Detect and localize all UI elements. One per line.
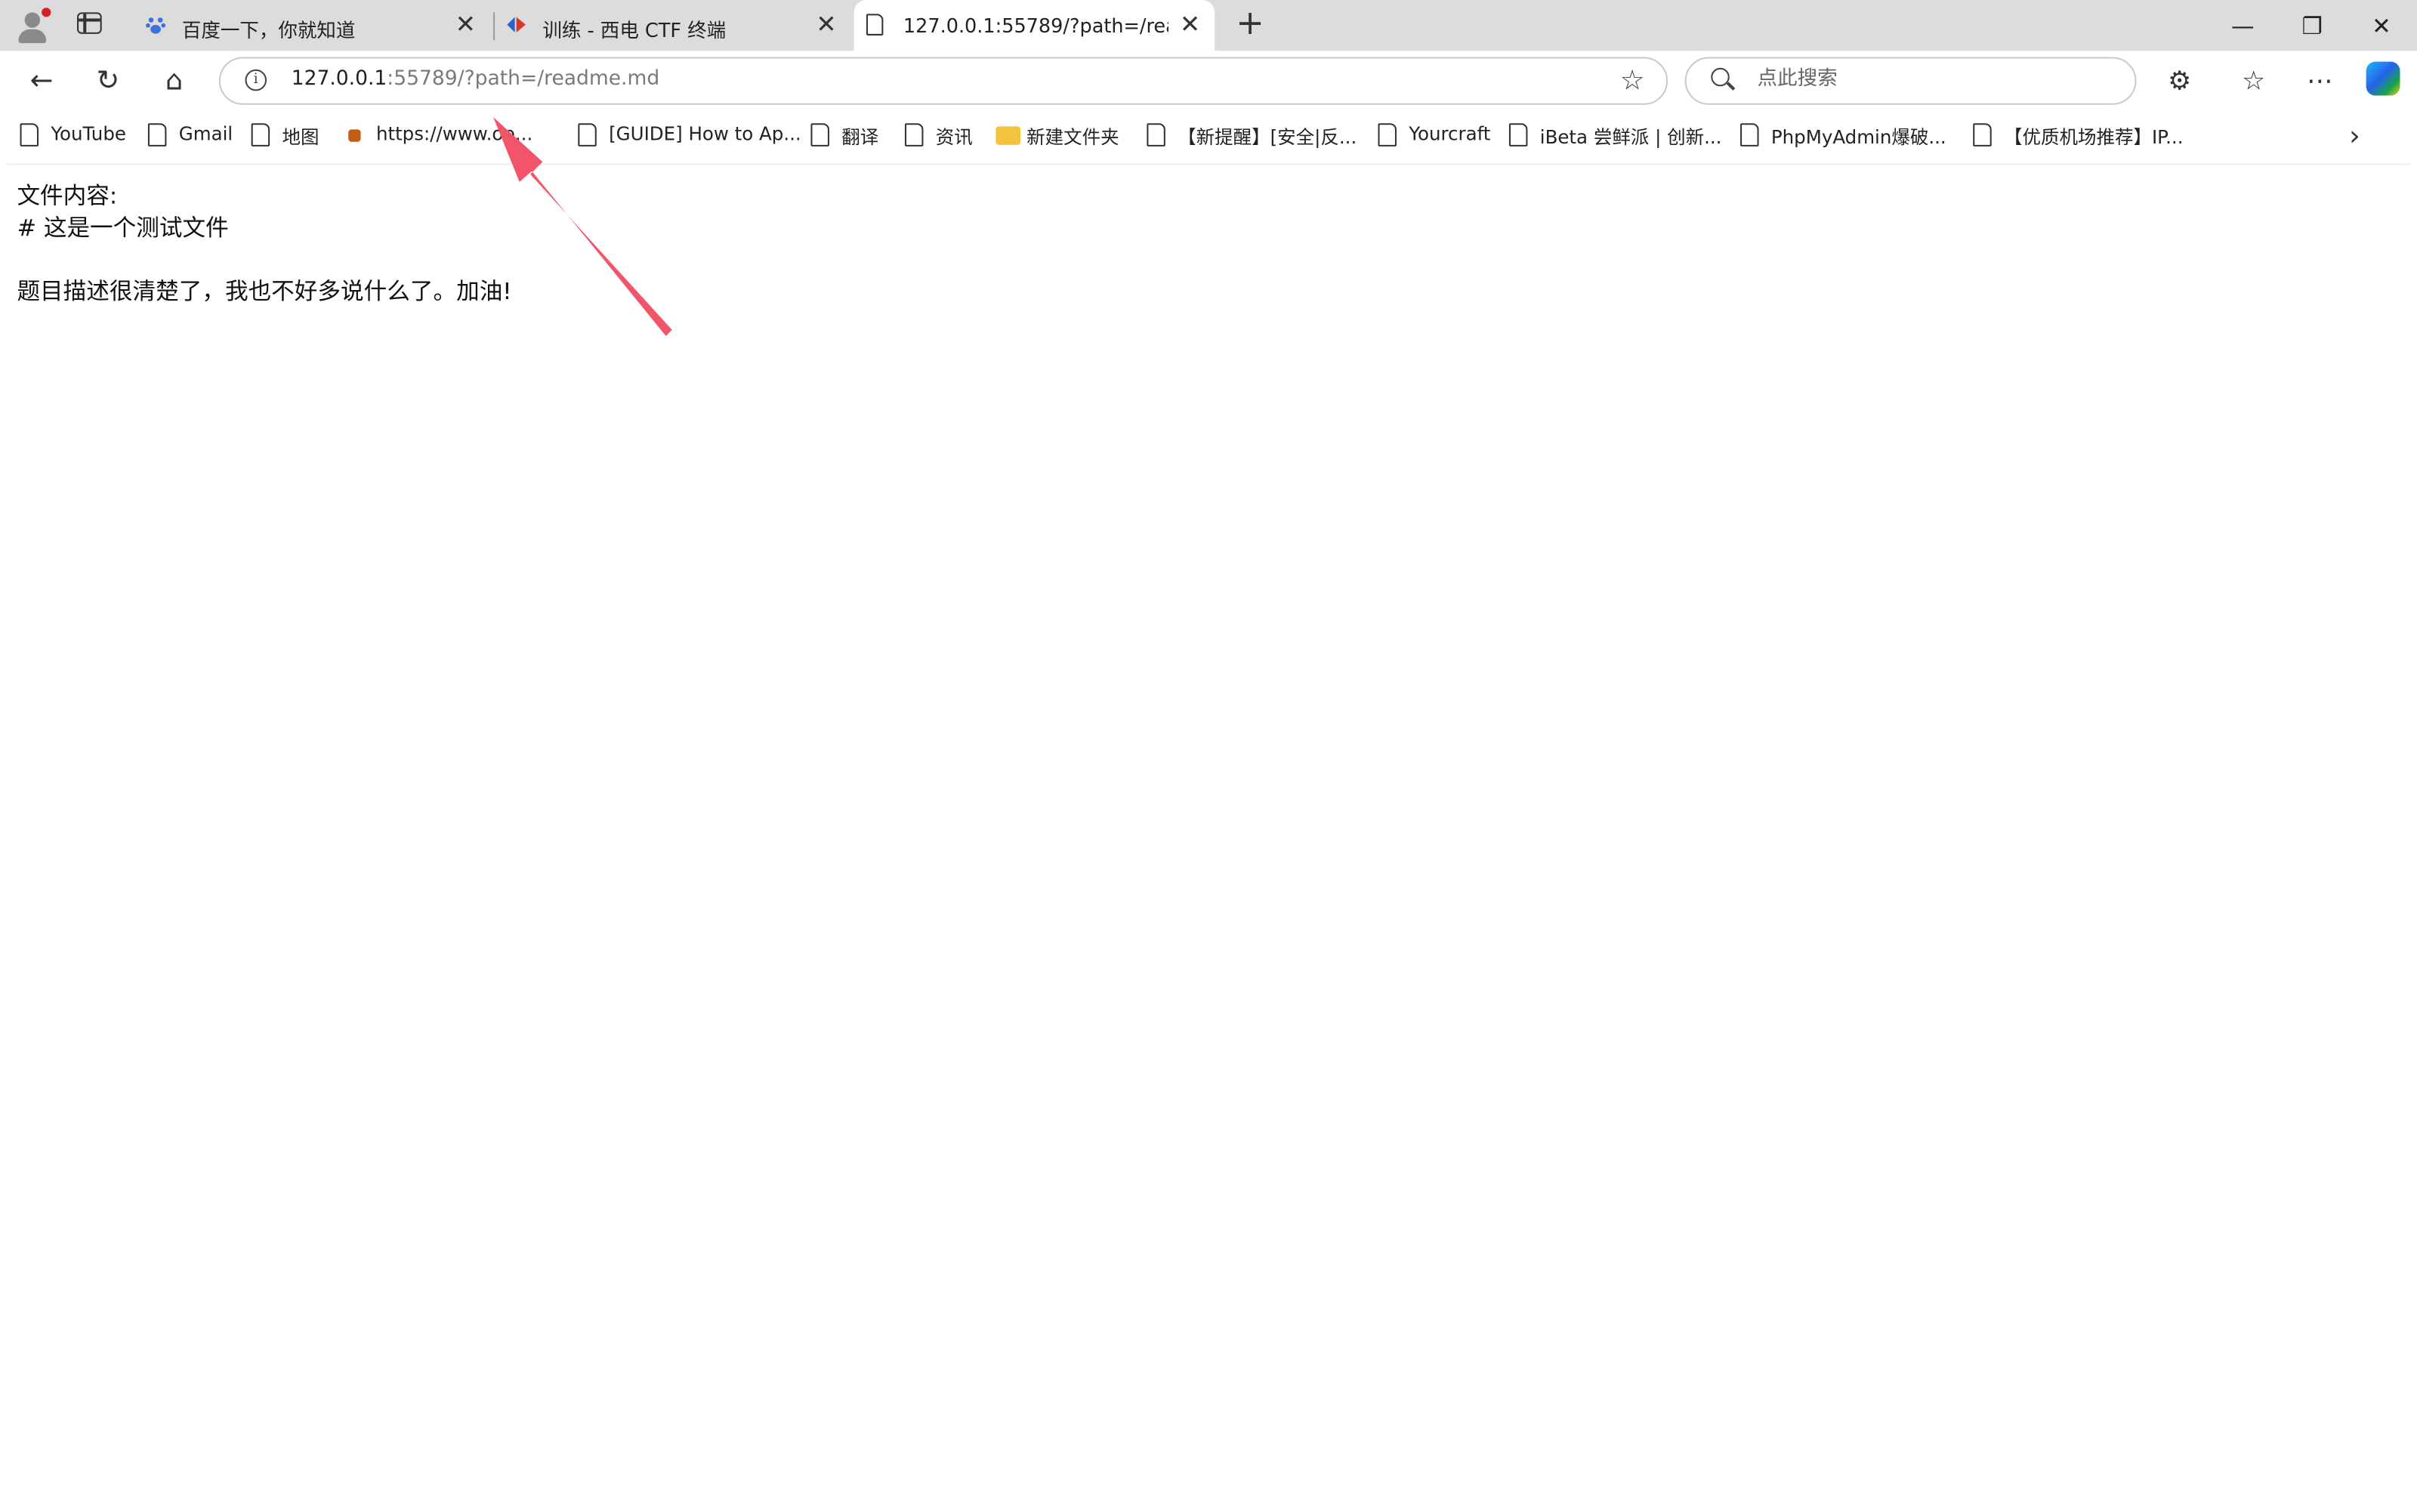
bookmark-label: YouTube — [51, 123, 126, 145]
chevron-right-icon[interactable]: › — [2349, 120, 2360, 153]
document-icon — [1740, 123, 1759, 147]
tab-readme[interactable]: 127.0.0.1:55789/?path=/readme.md ✕ — [854, 0, 1215, 51]
ctf-site-icon — [507, 17, 526, 32]
bookmark-label: Yourcraft — [1409, 123, 1491, 145]
close-icon[interactable]: ✕ — [1178, 11, 1202, 37]
refresh-icon[interactable]: ↻ — [86, 60, 129, 103]
search-box[interactable] — [1684, 57, 2137, 105]
minimize-button[interactable]: — — [2226, 9, 2260, 43]
bookmark-label: PhpMyAdmin爆破... — [1770, 126, 1946, 148]
search-icon — [1711, 67, 1730, 87]
bookmark-label: 地图 — [282, 126, 319, 148]
more-options-icon[interactable]: ⋯ — [2298, 60, 2341, 103]
document-icon — [1973, 123, 1992, 147]
document-icon — [866, 14, 884, 35]
url-text[interactable]: 127.0.0.1:55789/?path=/readme.md — [292, 68, 659, 91]
tab-actions-icon[interactable] — [77, 12, 102, 34]
favorite-star-icon[interactable]: ☆ — [1620, 65, 1645, 97]
close-icon[interactable]: ✕ — [814, 11, 839, 37]
baidu-paw-icon — [146, 17, 166, 34]
document-icon — [1378, 123, 1397, 147]
site-info-icon[interactable]: i — [245, 69, 267, 91]
navigation-toolbar: ← ↻ ⌂ i 127.0.0.1:55789/?path=/readme.md… — [0, 51, 2417, 113]
bookmark-label: 翻译 — [841, 126, 879, 148]
search-input[interactable] — [1757, 67, 2097, 91]
tab-strip: 百度一下，你就知道 ✕ 训练 - 西电 CTF 终端 ✕ 127.0.0.1:5… — [0, 0, 2417, 51]
tab-baidu[interactable]: 百度一下，你就知道 ✕ — [133, 0, 490, 51]
bookmarks-bar: YouTube Gmail 地图 https://www.op... [GUID… — [0, 112, 2417, 159]
url-path: :55789/?path=/readme.md — [387, 67, 660, 91]
file-body-line: 题目描述很清楚了，我也不好多说什么了。加油! — [17, 277, 512, 306]
bookmark-label: 新建文件夹 — [1026, 126, 1119, 148]
notification-dot — [42, 8, 51, 17]
tab-title: 百度一下，你就知道 — [181, 18, 356, 42]
document-icon — [578, 123, 597, 147]
back-arrow-icon[interactable]: ← — [20, 60, 63, 103]
bookmark-label: 【新提醒】[安全|反... — [1178, 126, 1357, 148]
new-tab-button[interactable]: + — [1233, 7, 1267, 43]
document-icon — [904, 123, 924, 147]
home-icon[interactable]: ⌂ — [153, 60, 196, 103]
address-bar[interactable]: i 127.0.0.1:55789/?path=/readme.md ☆ — [218, 57, 1668, 105]
file-heading-line: # 这是一个测试文件 — [17, 214, 229, 242]
close-icon[interactable]: ✕ — [453, 11, 478, 37]
restore-button[interactable]: ❐ — [2295, 9, 2329, 43]
document-icon — [147, 123, 167, 147]
document-icon — [20, 123, 39, 147]
document-icon — [1147, 123, 1165, 147]
close-window-button[interactable]: ✕ — [2365, 9, 2399, 43]
document-icon — [810, 123, 829, 147]
bookmark-label: 【优质机场推荐】IP... — [2004, 126, 2184, 148]
folder-icon — [996, 126, 1021, 145]
tab-title: 127.0.0.1:55789/?path=/readme.md — [903, 14, 1168, 37]
url-host: 127.0.0.1 — [291, 67, 387, 91]
site-icon — [348, 129, 361, 142]
favorites-icon[interactable]: ☆ — [2232, 60, 2275, 103]
document-icon — [1508, 123, 1528, 147]
document-icon — [251, 123, 270, 147]
page-content: 文件内容: # 这是一个测试文件 题目描述很清楚了，我也不好多说什么了。加油! — [6, 163, 2411, 1512]
bookmark-label: Gmail — [178, 123, 233, 145]
bookmark-label: [GUIDE] How to Ap... — [609, 123, 801, 145]
extensions-icon[interactable]: ⚙ — [2158, 60, 2201, 103]
bookmark-label: iBeta 尝鲜派 | 创新... — [1539, 126, 1722, 148]
copilot-icon[interactable] — [2366, 61, 2400, 96]
bookmark-label: https://www.op... — [375, 123, 533, 145]
file-content-label: 文件内容: — [17, 181, 118, 210]
tab-ctf[interactable]: 训练 - 西电 CTF 终端 ✕ — [493, 0, 850, 51]
bookmark-label: 资讯 — [935, 126, 973, 148]
tab-title: 训练 - 西电 CTF 终端 — [542, 18, 727, 42]
profile-avatar-icon[interactable] — [14, 8, 51, 45]
